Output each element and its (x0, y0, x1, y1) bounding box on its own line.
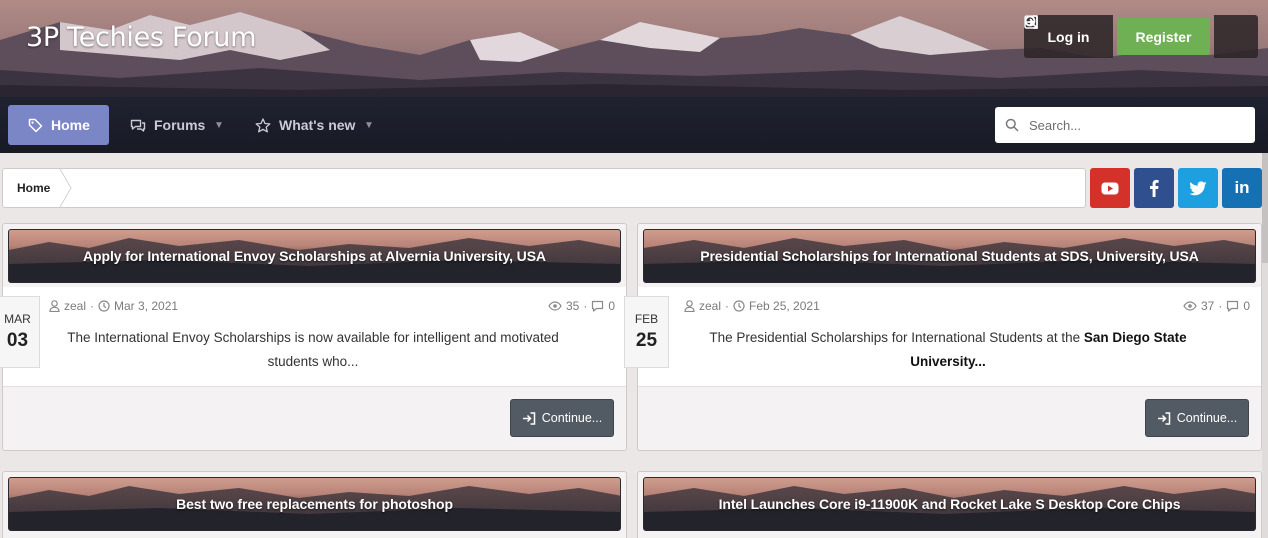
twitter-icon (1189, 180, 1207, 195)
excerpt-text: The Presidential Scholarships for Intern… (709, 330, 1084, 345)
header-search-button[interactable] (1024, 15, 1258, 58)
search-box (995, 107, 1255, 143)
clock-icon (733, 300, 745, 312)
view-count: 37 (1200, 299, 1215, 313)
continue-button[interactable]: Continue... (510, 399, 614, 437)
date-day: 03 (6, 330, 29, 351)
article-stats: 35 · 0 (548, 299, 615, 313)
nav-home-label: Home (51, 117, 90, 133)
article-meta: zeal · Feb 25, 2021 (684, 299, 820, 313)
article-date-badge: FEB 25 (624, 296, 669, 368)
article-author[interactable]: zeal (64, 299, 86, 313)
search-icon (1024, 15, 1039, 30)
register-button[interactable]: Register (1024, 15, 1210, 55)
date-month: MAR (4, 312, 31, 326)
comment-icon (592, 300, 604, 312)
sign-in-icon (1157, 411, 1171, 425)
breadcrumb-separator (59, 169, 72, 207)
article-header[interactable]: Intel Launches Core i9-11900K and Rocket… (643, 477, 1256, 531)
reply-count: 0 (608, 299, 615, 313)
login-label: Log in (1047, 28, 1090, 45)
eye-icon (1183, 301, 1197, 311)
meta-separator: · (725, 299, 730, 313)
linkedin-button[interactable]: in (1222, 168, 1262, 208)
eye-icon (548, 301, 562, 311)
continue-button[interactable]: Continue... (1145, 399, 1249, 437)
facebook-button[interactable] (1134, 168, 1174, 208)
forums-dropdown-caret-icon[interactable]: ▼ (214, 105, 224, 145)
tag-icon (28, 118, 43, 132)
register-label: Register (1135, 28, 1192, 45)
twitter-button[interactable] (1178, 168, 1218, 208)
article-date-badge: MAR 03 (0, 296, 40, 368)
article-title[interactable]: Apply for International Envoy Scholarshi… (83, 248, 546, 264)
meta-separator: · (90, 299, 95, 313)
user-icon (684, 300, 695, 312)
header-account-buttons: Log in Register (1024, 15, 1258, 58)
nav-item-whats-new[interactable]: What's new (255, 105, 355, 145)
reply-count: 0 (1243, 299, 1250, 313)
article-title[interactable]: Best two free replacements for photoshop (176, 496, 453, 512)
view-count: 35 (565, 299, 580, 313)
clock-icon (98, 300, 110, 312)
article-header[interactable]: Best two free replacements for photoshop (8, 477, 621, 531)
nav-item-home[interactable]: Home (8, 105, 109, 145)
article-stats: 37 · 0 (1183, 299, 1250, 313)
star-icon (255, 117, 271, 132)
article-title[interactable]: Presidential Scholarships for Internatio… (700, 248, 1199, 264)
breadcrumb-home-link[interactable]: Home (3, 169, 64, 207)
youtube-button[interactable] (1090, 168, 1130, 208)
continue-label: Continue... (541, 411, 603, 425)
scrollbar-thumb[interactable] (1262, 153, 1268, 263)
sign-in-icon (522, 411, 536, 425)
article-card: Best two free replacements for photoshop (2, 471, 627, 538)
article-author[interactable]: zeal (699, 299, 721, 313)
stats-separator: · (1218, 299, 1223, 313)
stats-separator: · (583, 299, 588, 313)
page-scrollbar[interactable] (1262, 153, 1268, 538)
article-excerpt: The Presidential Scholarships for Intern… (708, 326, 1188, 374)
article-excerpt: The International Envoy Scholarships is … (67, 330, 559, 369)
search-icon (1005, 118, 1019, 132)
date-month: FEB (634, 312, 659, 326)
search-input[interactable] (1029, 117, 1239, 133)
user-icon (49, 300, 60, 312)
article-header[interactable]: Apply for International Envoy Scholarshi… (8, 229, 621, 283)
header-banner: 3P Techies Forum Log in Register (0, 0, 1268, 97)
breadcrumb: Home (2, 168, 1086, 208)
article-card: Apply for International Envoy Scholarshi… (0, 223, 627, 451)
article-meta: zeal · Mar 3, 2021 (49, 299, 178, 313)
comments-icon (130, 119, 146, 132)
article-card: Intel Launches Core i9-11900K and Rocket… (637, 471, 1262, 538)
comment-icon (1227, 300, 1239, 312)
continue-label: Continue... (1176, 411, 1238, 425)
linkedin-icon: in (1234, 178, 1250, 197)
whats-new-dropdown-caret-icon[interactable]: ▼ (364, 105, 374, 145)
article-date[interactable]: Feb 25, 2021 (749, 299, 820, 313)
facebook-icon (1150, 179, 1159, 197)
article-title[interactable]: Intel Launches Core i9-11900K and Rocket… (719, 496, 1181, 512)
youtube-icon (1101, 182, 1119, 194)
main-navigation: Home Forums ▼ What's new ▼ (0, 97, 1268, 153)
nav-item-forums[interactable]: Forums (130, 105, 205, 145)
date-day: 25 (635, 330, 658, 351)
nav-forums-label: Forums (154, 117, 206, 133)
article-date[interactable]: Mar 3, 2021 (114, 299, 178, 313)
site-title[interactable]: 3P Techies Forum (26, 22, 256, 53)
nav-whats-new-label: What's new (279, 117, 356, 133)
article-header[interactable]: Presidential Scholarships for Internatio… (643, 229, 1256, 283)
article-card: Presidential Scholarships for Internatio… (624, 223, 1262, 451)
